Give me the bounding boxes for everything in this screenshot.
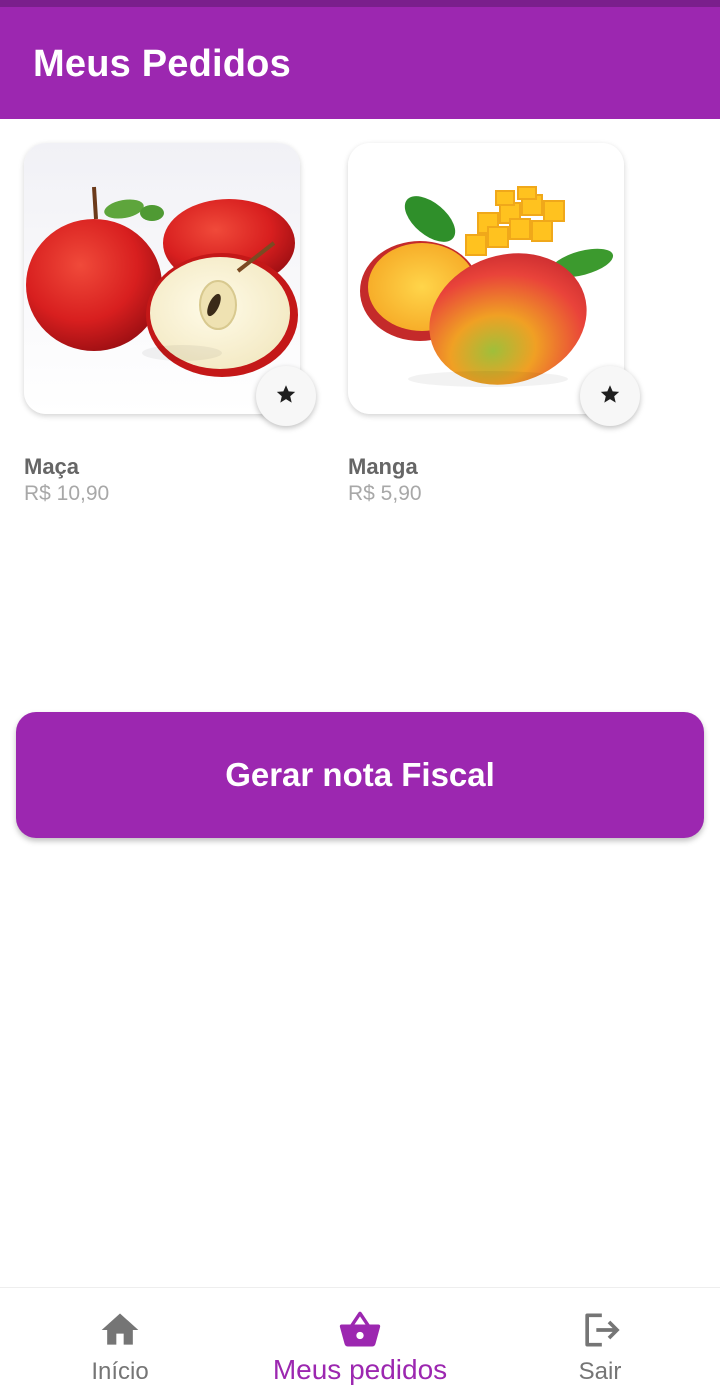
product-price: R$ 10,90: [24, 482, 110, 505]
apple-image: [24, 143, 300, 414]
status-bar-strip: [0, 0, 720, 7]
home-icon: [98, 1308, 142, 1352]
star-icon: [599, 383, 621, 410]
star-icon: [275, 383, 297, 410]
app-bar: Meus Pedidos: [0, 7, 720, 119]
mango-image: [348, 143, 624, 414]
nav-item-home[interactable]: Início: [0, 1288, 240, 1392]
nav-label-my-orders: Meus pedidos: [272, 1354, 448, 1385]
product-price: R$ 5,90: [348, 482, 422, 505]
page-title: Meus Pedidos: [33, 43, 291, 85]
bottom-navigation: Início Meus pedidos Sair: [0, 1287, 720, 1392]
product-name: Manga: [348, 454, 418, 479]
nav-item-logout[interactable]: Sair: [480, 1288, 720, 1392]
nav-label-logout: Sair: [578, 1358, 622, 1385]
basket-icon: [338, 1308, 382, 1352]
product-card-mango[interactable]: [348, 143, 640, 426]
generate-invoice-button[interactable]: Gerar nota Fiscal: [16, 712, 704, 838]
nav-item-my-orders[interactable]: Meus pedidos: [240, 1288, 480, 1392]
favorite-button[interactable]: [580, 366, 640, 426]
nav-label-home: Início: [91, 1358, 149, 1385]
favorite-button[interactable]: [256, 366, 316, 426]
product-name: Maça: [24, 454, 80, 479]
product-card-apple[interactable]: [24, 143, 316, 426]
logout-icon: [578, 1308, 622, 1352]
